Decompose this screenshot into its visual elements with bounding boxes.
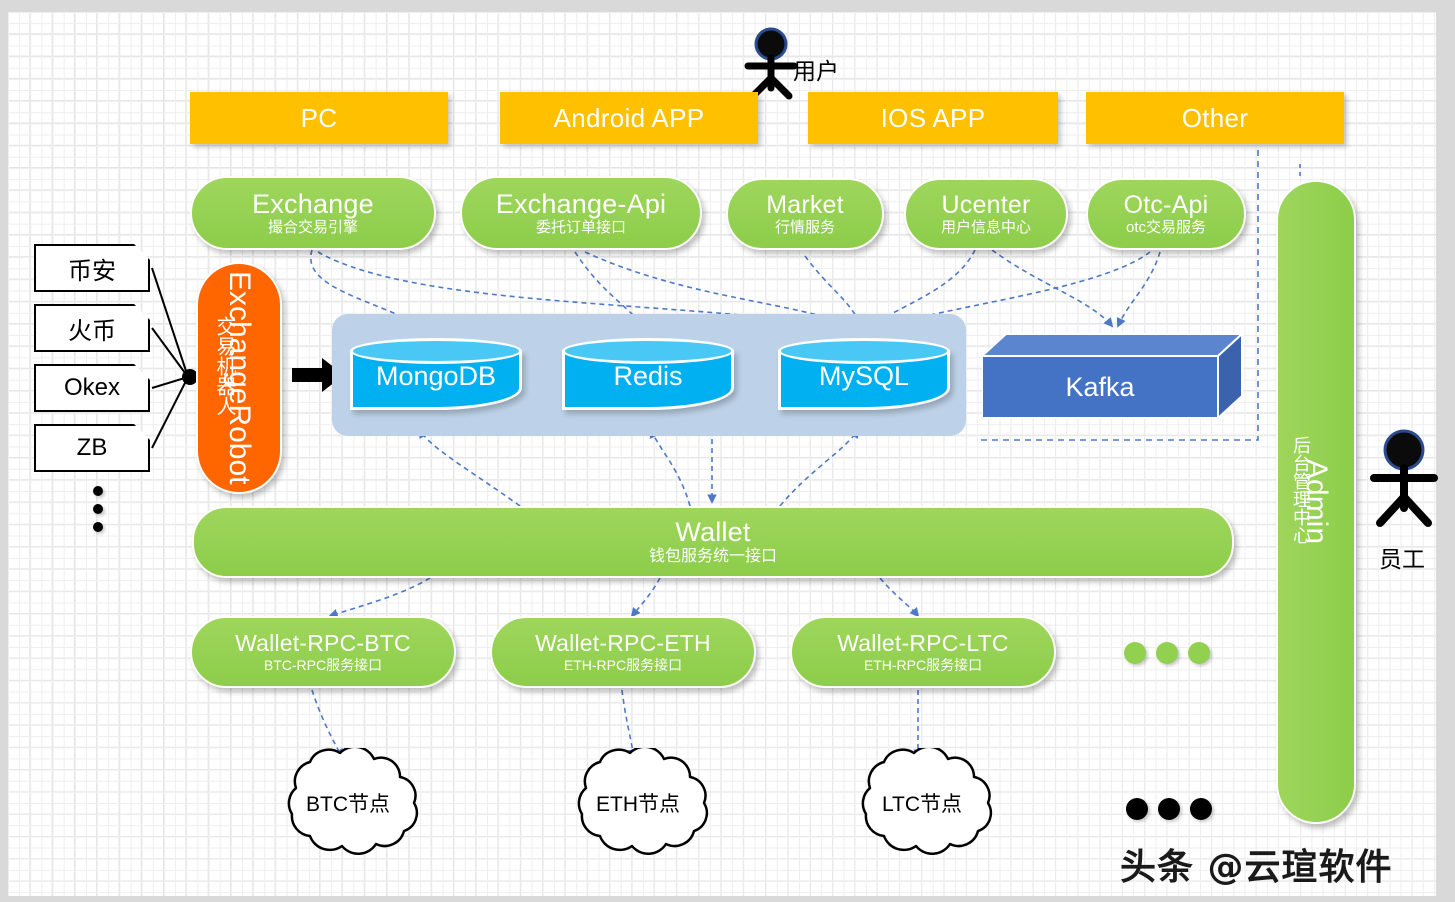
employee-actor-label: 员工 bbox=[1379, 546, 1425, 572]
kafka-label: Kafka bbox=[1065, 371, 1135, 402]
database-redis[interactable]: Redis bbox=[562, 338, 734, 410]
source-ellipsis-dot bbox=[93, 522, 103, 532]
employee-actor-figure bbox=[1370, 429, 1438, 527]
diagram-canvas: 用户 员工 PC Android APP IOS APP Other Excha… bbox=[0, 0, 1455, 902]
service-wallet-rpc-ltc[interactable]: Wallet-RPC-LTC ETH-RPC服务接口 bbox=[790, 616, 1056, 688]
client-box-ios[interactable]: IOS APP bbox=[808, 92, 1058, 144]
service-subtitle: 委托订单接口 bbox=[535, 219, 626, 237]
database-mysql[interactable]: MySQL bbox=[778, 338, 950, 410]
exchange-source-okex[interactable]: Okex bbox=[34, 364, 150, 412]
user-actor-label: 用户 bbox=[793, 58, 839, 84]
database-label: MongoDB bbox=[375, 360, 497, 391]
database-mongodb[interactable]: MongoDB bbox=[350, 338, 522, 410]
exchange-robot-subtitle: 交易机器人 bbox=[213, 316, 235, 416]
source-ellipsis-dot bbox=[93, 486, 103, 496]
wallet-subtitle: 钱包服务统一接口 bbox=[648, 547, 777, 565]
blockchain-node-eth[interactable]: ETH节点 bbox=[546, 745, 730, 858]
node-ellipsis-dot bbox=[1126, 798, 1148, 820]
service-admin[interactable]: Admin 后台管理中心 bbox=[1276, 180, 1356, 824]
service-title: Otc-Api bbox=[1123, 191, 1209, 219]
exchange-source-label: ZB bbox=[76, 434, 108, 461]
exchange-source-label: 火币 bbox=[68, 317, 116, 345]
client-label: IOS APP bbox=[880, 102, 986, 133]
source-ellipsis-dot bbox=[93, 504, 103, 514]
node-label: BTC节点 bbox=[306, 793, 390, 816]
service-ucenter[interactable]: Ucenter 用户信息中心 bbox=[904, 178, 1068, 250]
exchange-source-binance[interactable]: 币安 bbox=[34, 244, 150, 292]
service-title: Market bbox=[766, 191, 844, 219]
client-box-android[interactable]: Android APP bbox=[500, 92, 758, 144]
client-box-pc[interactable]: PC bbox=[190, 92, 448, 144]
service-title: Ucenter bbox=[941, 191, 1031, 219]
client-label: Other bbox=[1181, 102, 1249, 133]
message-queue-kafka[interactable]: Kafka bbox=[979, 331, 1245, 424]
service-title: Exchange bbox=[252, 188, 374, 219]
rpc-subtitle: ETH-RPC服务接口 bbox=[563, 657, 683, 674]
rpc-ellipsis-dot bbox=[1156, 642, 1178, 664]
blockchain-node-btc[interactable]: BTC节点 bbox=[256, 745, 440, 858]
node-ellipsis-dot bbox=[1190, 798, 1212, 820]
service-otc-api[interactable]: Otc-Api otc交易服务 bbox=[1086, 178, 1246, 250]
database-label: Redis bbox=[613, 360, 683, 391]
service-subtitle: otc交易服务 bbox=[1125, 219, 1206, 237]
service-market[interactable]: Market 行情服务 bbox=[726, 178, 884, 250]
exchange-source-huobi[interactable]: 火币 bbox=[34, 304, 150, 352]
rpc-subtitle: BTC-RPC服务接口 bbox=[263, 657, 383, 674]
rpc-title: Wallet-RPC-ETH bbox=[535, 630, 711, 657]
service-wallet-rpc-btc[interactable]: Wallet-RPC-BTC BTC-RPC服务接口 bbox=[190, 616, 456, 688]
service-wallet-rpc-eth[interactable]: Wallet-RPC-ETH ETH-RPC服务接口 bbox=[490, 616, 756, 688]
client-label: Android APP bbox=[553, 102, 705, 133]
rpc-ellipsis-dot bbox=[1124, 642, 1146, 664]
service-subtitle: 行情服务 bbox=[774, 219, 835, 237]
watermark: 头条 @云瑄软件 bbox=[1120, 847, 1393, 888]
exchange-source-label: Okex bbox=[63, 374, 120, 401]
blockchain-node-ltc[interactable]: LTC节点 bbox=[830, 745, 1014, 858]
rpc-title: Wallet-RPC-BTC bbox=[235, 630, 411, 657]
rpc-subtitle: ETH-RPC服务接口 bbox=[863, 657, 983, 674]
exchange-robot[interactable]: ExchangeRobot 交易机器人 bbox=[196, 262, 282, 494]
service-exchange[interactable]: Exchange 撮合交易引擎 bbox=[190, 176, 436, 250]
exchange-source-zb[interactable]: ZB bbox=[34, 424, 150, 472]
database-label: MySQL bbox=[818, 360, 910, 391]
user-actor-figure bbox=[744, 27, 798, 100]
service-exchange-api[interactable]: Exchange-Api 委托订单接口 bbox=[460, 176, 702, 250]
service-subtitle: 撮合交易引擎 bbox=[267, 219, 358, 237]
client-box-other[interactable]: Other bbox=[1086, 92, 1344, 144]
wallet-title: Wallet bbox=[675, 517, 751, 548]
node-ellipsis-dot bbox=[1158, 798, 1180, 820]
client-label: PC bbox=[300, 102, 338, 133]
node-label: LTC节点 bbox=[881, 793, 963, 816]
node-label: ETH节点 bbox=[596, 793, 680, 816]
rpc-ellipsis-dot bbox=[1188, 642, 1210, 664]
service-wallet[interactable]: Wallet 钱包服务统一接口 bbox=[192, 506, 1234, 578]
exchange-source-label: 币安 bbox=[68, 257, 116, 285]
admin-subtitle: 后台管理中心 bbox=[1291, 436, 1311, 544]
service-subtitle: 用户信息中心 bbox=[940, 219, 1031, 237]
rpc-title: Wallet-RPC-LTC bbox=[837, 630, 1009, 657]
service-title: Exchange-Api bbox=[495, 188, 667, 219]
